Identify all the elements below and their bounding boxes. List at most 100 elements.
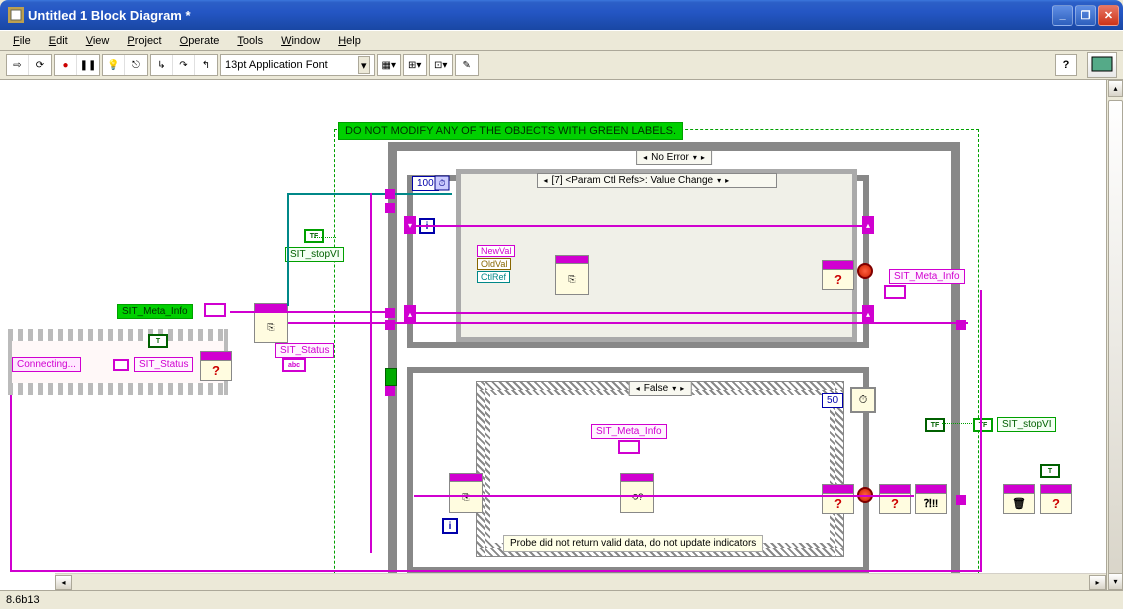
bool-terminal-seq[interactable]: T xyxy=(148,334,168,348)
subvi-init[interactable]: ⎘ xyxy=(254,303,288,343)
event-structure[interactable]: ◂ [7] <Param Ctl Refs>: Value Change ▾ ▸ xyxy=(456,169,857,342)
tunnel-5[interactable] xyxy=(385,386,395,396)
case-selector-noerror[interactable]: ◂ No Error ▾ ▸ xyxy=(636,150,712,165)
shift-register-right-2[interactable]: ▴ xyxy=(862,305,874,323)
sit-meta-info-label-left: SIT_Meta_Info xyxy=(117,304,193,319)
error-handler-seq[interactable]: ? xyxy=(200,351,232,381)
wire-green-dash xyxy=(314,237,336,238)
highlight-exec-button[interactable]: 💡 xyxy=(103,55,125,75)
menubar: File Edit View Project Operate Tools Win… xyxy=(0,30,1123,50)
error-cleanup[interactable]: 🗑 xyxy=(1003,484,1035,514)
resize-button[interactable]: ⊡▾ xyxy=(430,55,452,75)
bool-terminal-right[interactable]: T xyxy=(1040,464,1060,478)
context-help-button[interactable]: ? xyxy=(1055,54,1077,76)
case-selector-terminal[interactable] xyxy=(385,368,397,386)
wait-metronome-icon[interactable]: ⏱ xyxy=(850,387,876,413)
case-label: No Error xyxy=(651,152,689,163)
connecting-string-constant[interactable]: Connecting... xyxy=(12,357,81,372)
menu-tools[interactable]: Tools xyxy=(230,33,270,49)
align-button[interactable]: ▦▾ xyxy=(378,55,400,75)
tunnel-1[interactable] xyxy=(385,189,395,199)
case2-dropdown-icon[interactable]: ▾ xyxy=(672,384,676,393)
shift-register-left-2[interactable]: ▴ xyxy=(404,305,416,323)
block-diagram-canvas[interactable]: DO NOT MODIFY ANY OF THE OBJECTS WITH GR… xyxy=(0,80,1106,590)
close-button[interactable]: ✕ xyxy=(1098,5,1119,26)
scroll-thumb[interactable] xyxy=(1108,100,1123,590)
event-dropdown-icon[interactable]: ▾ xyxy=(717,176,721,185)
font-label: 13pt Application Font xyxy=(225,59,328,71)
run-continuous-button[interactable]: ⟳ xyxy=(29,55,51,75)
tunnel-6[interactable] xyxy=(956,320,966,330)
sit-status-terminal-mid[interactable]: abc xyxy=(282,358,306,372)
wait-ms-constant[interactable]: 50 xyxy=(822,393,843,408)
scroll-down-button[interactable]: ▾ xyxy=(1108,573,1123,590)
case-dropdown-icon[interactable]: ▾ xyxy=(693,153,697,162)
case2-next-icon[interactable]: ▸ xyxy=(680,384,684,393)
tunnel-3[interactable] xyxy=(385,308,395,318)
error-handler-upper[interactable]: ? xyxy=(822,260,854,290)
font-selector[interactable]: 13pt Application Font ▾ xyxy=(220,54,375,76)
sit-status-terminal-seq[interactable] xyxy=(113,359,129,371)
error-handler-out-2[interactable]: ? xyxy=(1040,484,1072,514)
step-into-button[interactable]: ↳ xyxy=(151,55,173,75)
wire-pink-right xyxy=(980,290,982,572)
case2-prev-icon[interactable]: ◂ xyxy=(636,384,640,393)
retain-wire-button[interactable]: ⎋ xyxy=(125,55,147,75)
tunnel-7[interactable] xyxy=(956,495,966,505)
menu-edit[interactable]: Edit xyxy=(42,33,75,49)
vertical-scrollbar[interactable]: ▴ ▾ xyxy=(1106,80,1123,590)
maximize-button[interactable]: ❐ xyxy=(1075,5,1096,26)
error-handler-lower-1[interactable]: ? xyxy=(822,484,854,514)
case-structure-false[interactable]: ◂ False ▾ ▸ xyxy=(476,381,844,557)
menu-view[interactable]: View xyxy=(79,33,117,49)
tunnel-2[interactable] xyxy=(385,203,395,213)
menu-help[interactable]: Help xyxy=(331,33,368,49)
wire-green-dash-2 xyxy=(942,423,972,424)
hscroll-right-button[interactable]: ▸ xyxy=(1089,575,1106,590)
abort-button[interactable]: ● xyxy=(55,55,77,75)
minimize-button[interactable]: _ xyxy=(1052,5,1073,26)
event-case-selector[interactable]: ◂ [7] <Param Ctl Refs>: Value Change ▾ ▸ xyxy=(537,173,777,188)
subvi-probe[interactable]: ⎘ xyxy=(449,473,483,513)
scroll-up-button[interactable]: ▴ xyxy=(1108,80,1123,97)
run-button[interactable]: ⇨ xyxy=(7,55,29,75)
subvi-update[interactable]: ⟲? xyxy=(620,473,654,513)
horizontal-scrollbar[interactable]: ◂ ▸ xyxy=(55,573,1106,590)
step-out-button[interactable]: ↰ xyxy=(195,55,217,75)
event-case-label: [7] <Param Ctl Refs>: Value Change xyxy=(552,175,714,186)
event-ctlref-label: CtlRef xyxy=(477,271,510,283)
sit-meta-info-terminal-left[interactable] xyxy=(204,303,226,317)
sit-stopvi-terminal-right[interactable]: TF xyxy=(973,418,993,432)
wire-pink-upper-loop xyxy=(414,225,864,227)
warning-banner: DO NOT MODIFY ANY OF THE OBJECTS WITH GR… xyxy=(338,122,683,140)
sit-meta-info-terminal-right[interactable] xyxy=(884,285,906,299)
titlebar[interactable]: Untitled 1 Block Diagram * _ ❐ ✕ xyxy=(0,0,1123,30)
menu-file[interactable]: File xyxy=(6,33,38,49)
case-next-icon[interactable]: ▸ xyxy=(701,153,705,162)
vi-icon[interactable] xyxy=(1087,52,1117,78)
event-prev-icon[interactable]: ◂ xyxy=(544,176,548,185)
menu-operate[interactable]: Operate xyxy=(173,33,227,49)
menu-window[interactable]: Window xyxy=(274,33,327,49)
tf-terminal-right-of-case[interactable]: TF xyxy=(925,418,945,432)
statusbar: 8.6b13 xyxy=(0,590,1123,609)
error-handler-out-1[interactable]: ⁈‼ xyxy=(915,484,947,514)
tunnel-4[interactable] xyxy=(385,320,395,330)
event-next-icon[interactable]: ▸ xyxy=(725,176,729,185)
reorder-button[interactable]: ✎ xyxy=(456,55,478,75)
sit-meta-info-terminal-inner[interactable] xyxy=(618,440,640,454)
subvi-param-change[interactable]: ⎘ xyxy=(555,255,589,295)
hscroll-left-button[interactable]: ◂ xyxy=(55,575,72,590)
sit-stopvi-terminal-left[interactable]: TF xyxy=(304,229,324,243)
step-over-button[interactable]: ↷ xyxy=(173,55,195,75)
stop-terminal-upper[interactable] xyxy=(857,263,873,279)
error-handler-merge[interactable]: ? xyxy=(879,484,911,514)
comment-probe[interactable]: Probe did not return valid data, do not … xyxy=(503,535,763,552)
event-newval-label: NewVal xyxy=(477,245,515,257)
version-label: 8.6b13 xyxy=(6,594,40,606)
distribute-button[interactable]: ⊞▾ xyxy=(404,55,426,75)
menu-project[interactable]: Project xyxy=(120,33,168,49)
case-prev-icon[interactable]: ◂ xyxy=(643,153,647,162)
pause-button[interactable]: ❚❚ xyxy=(77,55,99,75)
case-selector-false[interactable]: ◂ False ▾ ▸ xyxy=(629,381,692,396)
